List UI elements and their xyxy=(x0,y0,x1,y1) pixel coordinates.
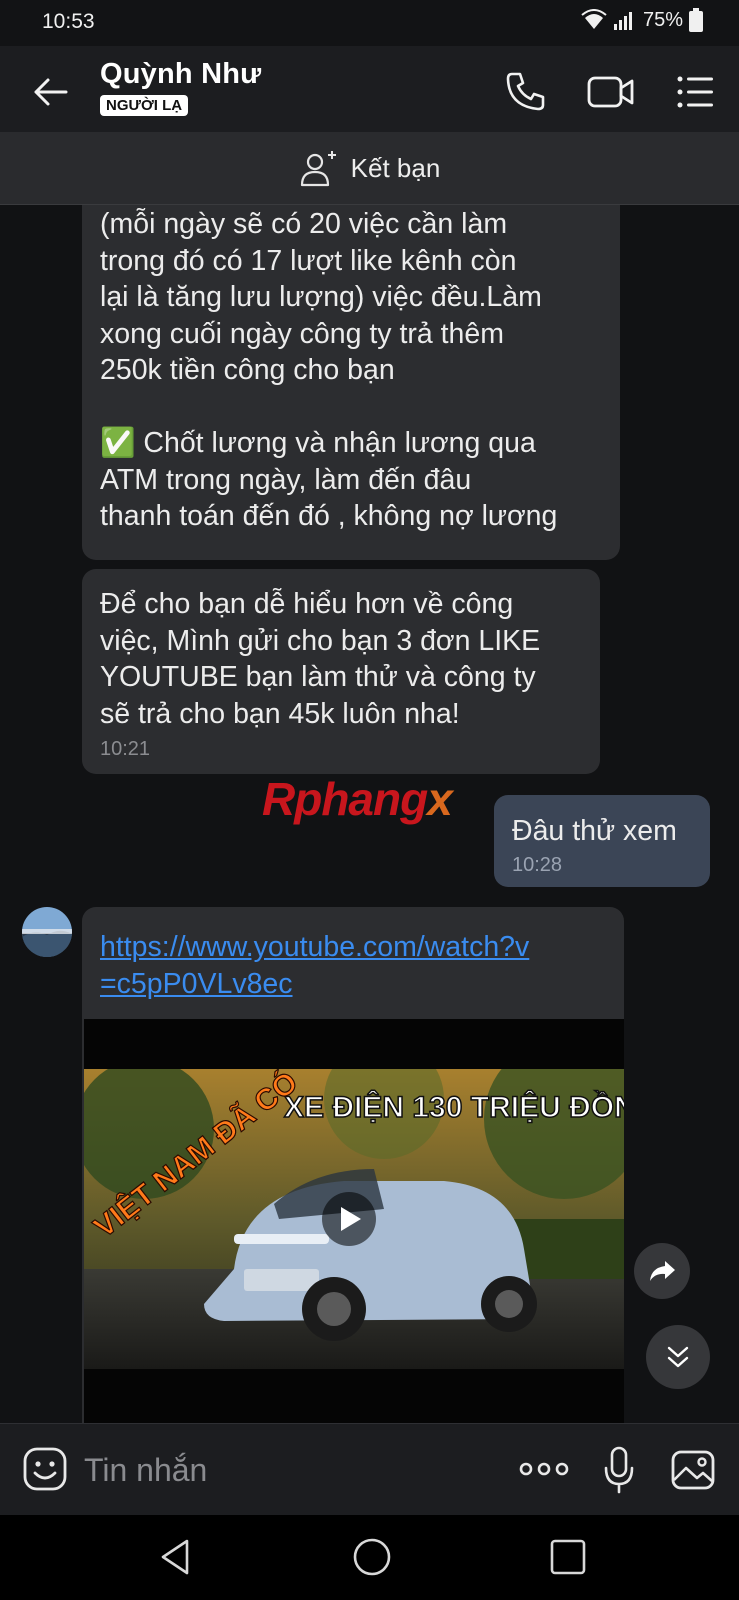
message-text: Đâu thử xem xyxy=(512,815,677,847)
message-line: việc, Mình gửi cho bạn 3 đơn LIKE xyxy=(100,624,541,657)
chevron-double-down-icon xyxy=(667,1346,689,1368)
share-button[interactable] xyxy=(634,1243,690,1299)
back-button[interactable] xyxy=(28,70,72,114)
watermark: Rphangx xyxy=(262,772,453,826)
contact-name[interactable]: Quỳnh Như xyxy=(100,58,261,91)
add-friend-label: Kết bạn xyxy=(350,152,441,183)
watermark-text: Rphang xyxy=(262,773,428,825)
message-time: 10:28 xyxy=(512,853,563,876)
message-line: xong cuối ngày công ty trả thêm xyxy=(100,317,504,350)
battery-icon xyxy=(689,8,703,32)
message-line: trong đó có 17 lượt like kênh còn xyxy=(100,244,517,277)
nav-back-icon[interactable] xyxy=(155,1535,199,1579)
message-time: 10:21 xyxy=(100,738,151,760)
message-line: sẽ trả cho bạn 45k luôn nha! xyxy=(100,697,460,730)
microphone-icon[interactable] xyxy=(602,1446,636,1494)
share-icon xyxy=(650,1261,675,1281)
watermark-text-x: x xyxy=(427,773,453,825)
stranger-badge: NGƯỜI LẠ xyxy=(100,95,189,116)
message-line: thanh toán đến đó , không nợ lương xyxy=(100,500,558,532)
message-line: Để cho bạn dễ hiểu hơn về công xyxy=(100,588,514,620)
image-icon[interactable] xyxy=(670,1448,716,1492)
nav-recents-icon[interactable] xyxy=(548,1537,588,1577)
status-icons: 75% xyxy=(581,8,703,32)
message-line: (mỗi ngày sẽ có 20 việc cần làm xyxy=(100,208,508,240)
thumbnail-title: XE ĐIỆN 130 TRIỆU ĐỒNG xyxy=(284,1090,624,1124)
message-line: YOUTUBE bạn làm thử và công ty xyxy=(100,661,536,693)
message-line: 250k tiền công cho bạn xyxy=(100,354,395,386)
link-message[interactable]: https://www.youtube.com/watch?v =c5pP0VL… xyxy=(82,907,624,1427)
list-menu-icon[interactable] xyxy=(673,70,717,114)
video-preview[interactable]: XE ĐIỆN 130 TRIỆU ĐỒNG VIỆT NAM ĐÃ CÓ xyxy=(84,1019,624,1427)
ellipsis-icon[interactable] xyxy=(518,1455,570,1483)
received-message[interactable]: (mỗi ngày sẽ có 20 việc cần làm trong đó… xyxy=(82,170,620,560)
add-user-icon xyxy=(300,151,336,187)
message-input[interactable] xyxy=(82,1447,466,1493)
message-line: ✅ Chốt lương và nhận lương qua xyxy=(100,427,536,459)
wifi-icon xyxy=(581,9,607,29)
received-message[interactable]: Để cho bạn dễ hiểu hơn về công việc, Mìn… xyxy=(82,569,600,774)
message-line xyxy=(100,389,602,426)
link-line: =c5pP0VLv8ec xyxy=(100,967,293,1000)
battery-percent: 75% xyxy=(642,8,683,31)
add-friend-button[interactable]: Kết bạn xyxy=(0,132,739,204)
nav-home-icon[interactable] xyxy=(350,1535,394,1579)
signal-icon xyxy=(613,12,632,30)
youtube-link[interactable]: https://www.youtube.com/watch?v =c5pP0VL… xyxy=(100,929,610,1002)
status-time: 10:53 xyxy=(42,10,95,33)
sent-message[interactable]: Đâu thử xem 10:28 xyxy=(494,795,710,887)
scroll-down-button[interactable] xyxy=(646,1325,710,1389)
message-line: lại là tăng lưu lượng) việc đều.Làm xyxy=(100,281,542,313)
emoji-icon[interactable] xyxy=(22,1446,68,1492)
video-thumbnail: XE ĐIỆN 130 TRIỆU ĐỒNG VIỆT NAM ĐÃ CÓ xyxy=(84,1069,624,1369)
video-camera-icon[interactable] xyxy=(586,70,636,114)
phone-icon[interactable] xyxy=(503,68,549,114)
avatar[interactable] xyxy=(22,907,72,957)
link-line: https://www.youtube.com/watch?v xyxy=(100,931,530,963)
message-line: ATM trong ngày, làm đến đâu xyxy=(100,463,472,496)
